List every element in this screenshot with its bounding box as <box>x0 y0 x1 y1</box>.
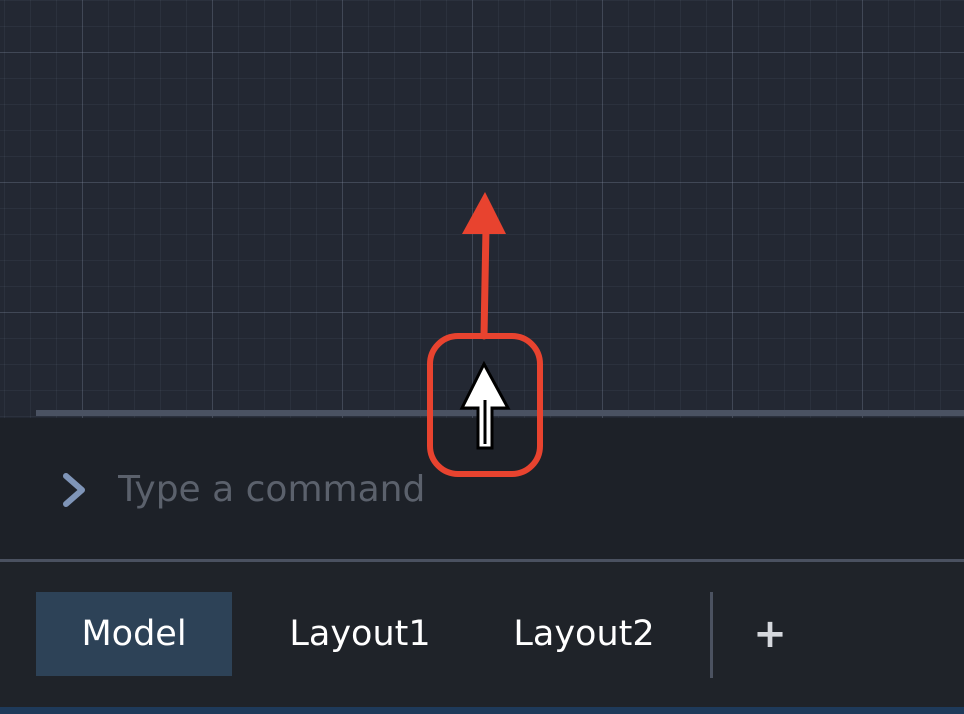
tab-layout1[interactable]: Layout1 <box>262 592 458 676</box>
chevron-right-icon <box>63 473 85 507</box>
tab-separator <box>710 592 713 678</box>
command-line-resize-handle[interactable] <box>36 410 964 416</box>
drawing-canvas[interactable] <box>0 0 964 418</box>
add-layout-button[interactable]: + <box>746 610 794 658</box>
command-input[interactable] <box>118 462 638 516</box>
status-strip <box>0 707 964 714</box>
tab-model[interactable]: Model <box>36 592 232 676</box>
tab-layout2[interactable]: Layout2 <box>486 592 682 676</box>
